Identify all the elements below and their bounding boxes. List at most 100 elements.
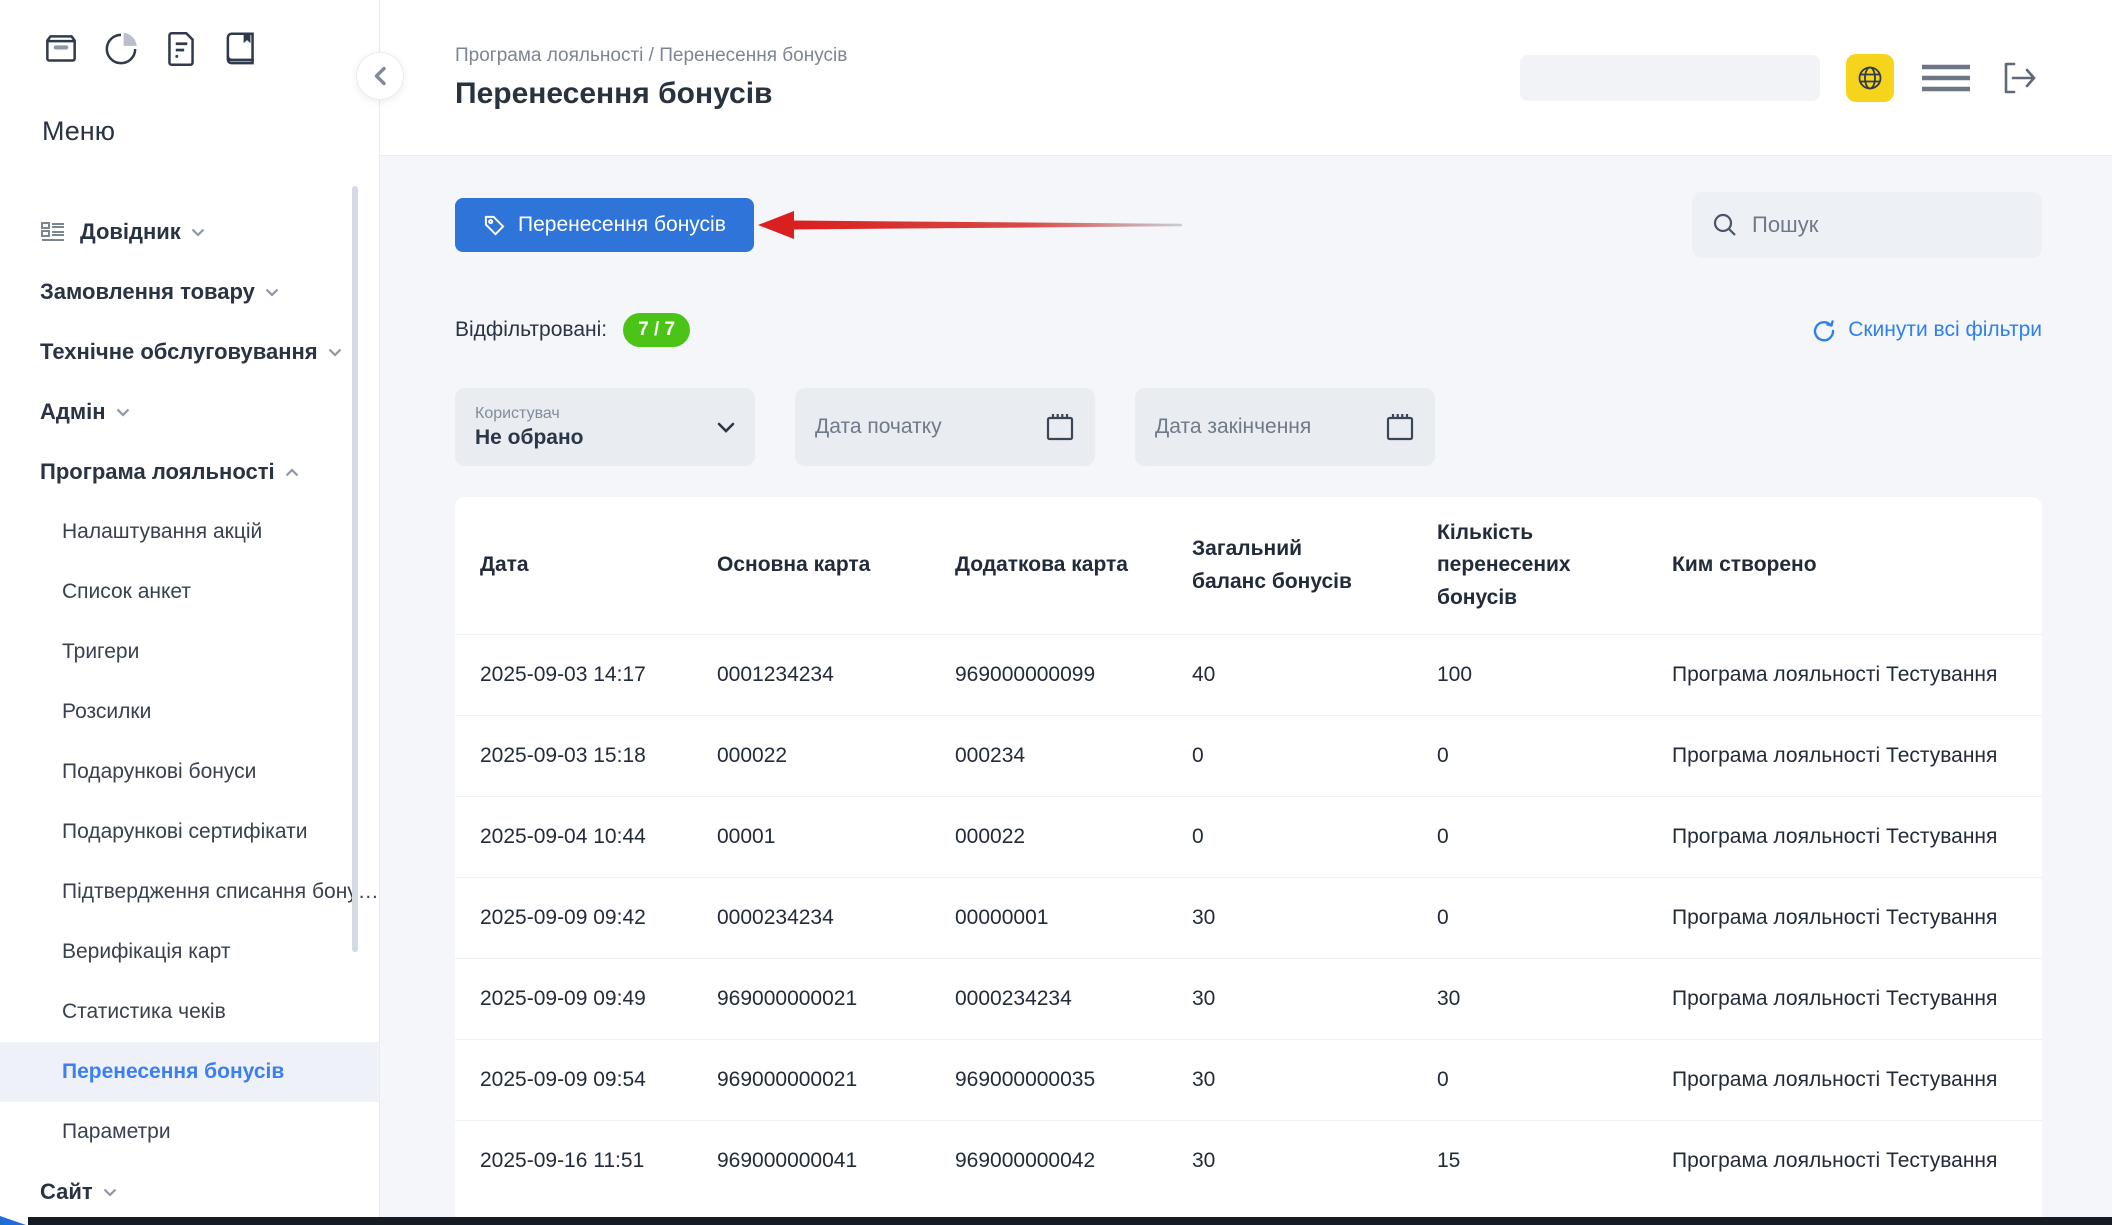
table-row[interactable]: 2025-09-03 15:18 000022 000234 0 0 Прогр… xyxy=(455,715,2042,796)
toolbar-row: Перенесення бонусів xyxy=(455,192,2042,258)
language-button[interactable] xyxy=(1846,54,1894,102)
sidebar-subitem-pidtverdzhennia[interactable]: Підтвердження списання бону… xyxy=(0,862,379,922)
column-header-additional-card: Додаткова карта xyxy=(955,549,1192,582)
cell-date: 2025-09-04 10:44 xyxy=(480,825,717,849)
sidebar-item-dovidnyk[interactable]: Довідник xyxy=(0,202,379,262)
sidebar-subitem-podarunkovi-bonusy[interactable]: Подарункові бонуси xyxy=(0,742,379,802)
cell-created-by: Програма лояльності Тестування xyxy=(1672,906,2042,930)
window-bottom-edge xyxy=(28,1217,2112,1225)
sidebar-subitem-ankety[interactable]: Список анкет xyxy=(0,562,379,622)
cell-additional-card: 000234 xyxy=(955,744,1192,768)
archive-icon[interactable] xyxy=(38,26,84,72)
cell-additional-card: 00000001 xyxy=(955,906,1192,930)
sidebar-item-site[interactable]: Сайт xyxy=(0,1162,117,1222)
cell-date: 2025-09-09 09:42 xyxy=(480,906,717,930)
cell-total-balance: 30 xyxy=(1192,906,1437,930)
sidebar-scrollbar[interactable] xyxy=(352,186,358,952)
cell-main-card: 0000234234 xyxy=(717,906,955,930)
sidebar-item-loyalty[interactable]: Програма лояльності xyxy=(0,442,379,502)
calendar-icon xyxy=(1385,411,1415,443)
sidebar-item-admin[interactable]: Адмін xyxy=(0,382,379,442)
sidebar-subitem-parametry[interactable]: Параметри xyxy=(0,1102,379,1162)
cell-created-by: Програма лояльності Тестування xyxy=(1672,987,2042,1011)
cell-main-card: 969000000021 xyxy=(717,1068,955,1092)
column-header-created-by: Ким створено xyxy=(1672,549,2042,582)
cell-main-card: 969000000041 xyxy=(717,1149,955,1173)
column-header-total-balance: Загальний баланс бонусів xyxy=(1192,533,1367,598)
cell-additional-card: 969000000035 xyxy=(955,1068,1192,1092)
sidebar-subitem-sertyfikaty[interactable]: Подарункові сертифікати xyxy=(0,802,379,862)
bonus-transfer-table: Дата Основна карта Додаткова карта Загал… xyxy=(455,497,2042,1225)
sidebar-quick-icons xyxy=(0,0,379,72)
cell-main-card: 00001 xyxy=(717,825,955,849)
date-start-placeholder: Дата початку xyxy=(815,415,942,439)
filtered-count-badge: 7 / 7 xyxy=(623,313,690,347)
cell-date: 2025-09-03 14:17 xyxy=(480,663,717,687)
sidebar-subitem-perenesennia-active[interactable]: Перенесення бонусів xyxy=(0,1042,379,1102)
cell-date: 2025-09-03 15:18 xyxy=(480,744,717,768)
file-text-icon[interactable] xyxy=(158,26,204,72)
user-account-placeholder[interactable] xyxy=(1520,55,1820,101)
chevron-down-icon xyxy=(717,422,735,433)
chevron-down-icon xyxy=(265,288,279,297)
sidebar-menu-title: Меню xyxy=(0,72,379,147)
page-title: Перенесення бонусів xyxy=(455,77,847,111)
filtered-label: Відфільтровані: xyxy=(455,318,607,342)
cell-additional-card: 969000000099 xyxy=(955,663,1192,687)
table-row[interactable]: 2025-09-04 10:44 00001 000022 0 0 Програ… xyxy=(455,796,2042,877)
collapse-sidebar-icon xyxy=(373,66,387,86)
sidebar-item-zamovlennia[interactable]: Замовлення товару xyxy=(0,262,379,322)
cell-transferred-count: 15 xyxy=(1437,1149,1672,1173)
logout-button[interactable] xyxy=(1998,57,2040,99)
sidebar-subitem-statystyka[interactable]: Статистика чеків xyxy=(0,982,379,1042)
table-row[interactable]: 2025-09-03 14:17 0001234234 969000000099… xyxy=(455,634,2042,715)
sidebar-subitem-veryfikatsiia[interactable]: Верифікація карт xyxy=(0,922,379,982)
chevron-up-icon xyxy=(285,468,299,477)
window-bottom-edge-accent xyxy=(0,1216,26,1225)
cell-created-by: Програма лояльності Тестування xyxy=(1672,1149,2042,1173)
column-header-date: Дата xyxy=(480,549,717,582)
table-row[interactable]: 2025-09-16 11:51 969000000041 9690000000… xyxy=(455,1120,2042,1201)
cell-date: 2025-09-09 09:54 xyxy=(480,1068,717,1092)
column-header-main-card: Основна карта xyxy=(717,549,955,582)
breadcrumb[interactable]: Програма лояльності / Перенесення бонусі… xyxy=(455,45,847,67)
sidebar-item-tekhnichne[interactable]: Технічне обслуговування xyxy=(0,322,379,382)
search-input[interactable] xyxy=(1752,212,2040,238)
sidebar-subitem-rozsylky[interactable]: Розсилки xyxy=(0,682,379,742)
cell-date: 2025-09-16 11:51 xyxy=(480,1149,717,1173)
hamburger-menu-button[interactable] xyxy=(1920,62,1972,94)
user-filter-value: Не обрано xyxy=(475,426,584,450)
chevron-down-icon xyxy=(328,348,342,357)
transfer-bonuses-button[interactable]: Перенесення бонусів xyxy=(455,198,754,252)
date-start-input[interactable]: Дата початку xyxy=(795,388,1095,466)
table-row[interactable]: 2025-09-09 09:42 0000234234 00000001 30 … xyxy=(455,877,2042,958)
sidebar-nav: Довідник Замовлення товару Технічне обсл… xyxy=(0,202,379,502)
reset-all-filters-link[interactable]: Скинути всі фільтри xyxy=(1812,318,2042,342)
sidebar-item-label: Сайт xyxy=(40,1179,93,1205)
table-body: 2025-09-03 14:17 0001234234 969000000099… xyxy=(455,634,2042,1201)
calendar-icon xyxy=(1045,411,1075,443)
cell-created-by: Програма лояльності Тестування xyxy=(1672,825,2042,849)
search-box[interactable] xyxy=(1692,192,2042,258)
table-row[interactable]: 2025-09-09 09:49 969000000021 0000234234… xyxy=(455,958,2042,1039)
sidebar-item-label: Замовлення товару xyxy=(40,279,255,305)
sidebar-item-label: Програма лояльності xyxy=(40,459,275,485)
table-header-row: Дата Основна карта Додаткова карта Загал… xyxy=(455,497,2042,634)
user-filter-dropdown[interactable]: Користувач Не обрано xyxy=(455,388,755,466)
date-end-input[interactable]: Дата закінчення xyxy=(1135,388,1435,466)
search-icon xyxy=(1712,212,1738,238)
cell-transferred-count: 30 xyxy=(1437,987,1672,1011)
cell-additional-card: 969000000042 xyxy=(955,1149,1192,1173)
reset-filters-icon xyxy=(1812,318,1836,342)
sidebar-subitem-tryhery[interactable]: Тригери xyxy=(0,622,379,682)
book-icon[interactable] xyxy=(218,26,264,72)
red-annotation-arrow xyxy=(756,207,1186,243)
filters-row: Користувач Не обрано Дата початку Дата з… xyxy=(455,388,2042,466)
collapse-sidebar-button[interactable] xyxy=(356,52,404,100)
pie-chart-icon[interactable] xyxy=(98,26,144,72)
sidebar-item-label: Технічне обслуговування xyxy=(40,339,318,365)
cell-transferred-count: 0 xyxy=(1437,906,1672,930)
table-row[interactable]: 2025-09-09 09:54 969000000021 9690000000… xyxy=(455,1039,2042,1120)
cell-created-by: Програма лояльності Тестування xyxy=(1672,1068,2042,1092)
sidebar-subitem-aktsii[interactable]: Налаштування акцій xyxy=(0,502,379,562)
